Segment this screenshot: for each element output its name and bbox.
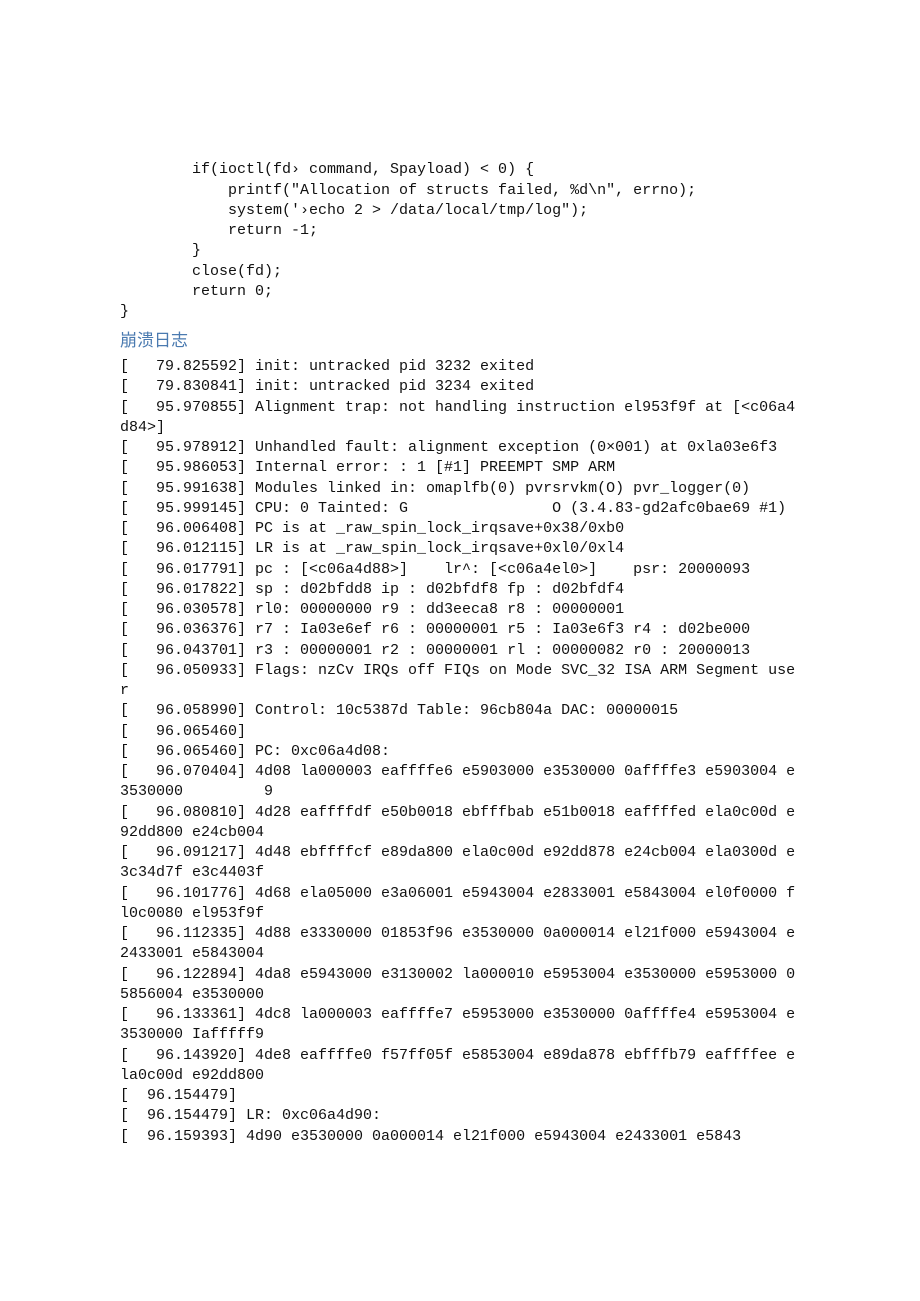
- code-line: close(fd);: [120, 263, 282, 280]
- crash-log-heading: 崩溃日志: [120, 330, 800, 353]
- code-line: }: [120, 303, 129, 320]
- code-line: printf("Allocation of structs failed, %d…: [120, 182, 696, 199]
- code-line: return -1;: [120, 222, 318, 239]
- code-line: return 0;: [120, 283, 273, 300]
- code-line: system('›echo 2 > /data/local/tmp/log");: [120, 202, 588, 219]
- document-page: if(ioctl(fd› command, Spayload) < 0) { p…: [0, 0, 920, 1301]
- crash-log-body: [ 79.825592] init: untracked pid 3232 ex…: [120, 357, 800, 1147]
- code-line: if(ioctl(fd› command, Spayload) < 0) {: [120, 161, 534, 178]
- code-snippet: if(ioctl(fd› command, Spayload) < 0) { p…: [120, 140, 800, 322]
- code-line: }: [120, 242, 201, 259]
